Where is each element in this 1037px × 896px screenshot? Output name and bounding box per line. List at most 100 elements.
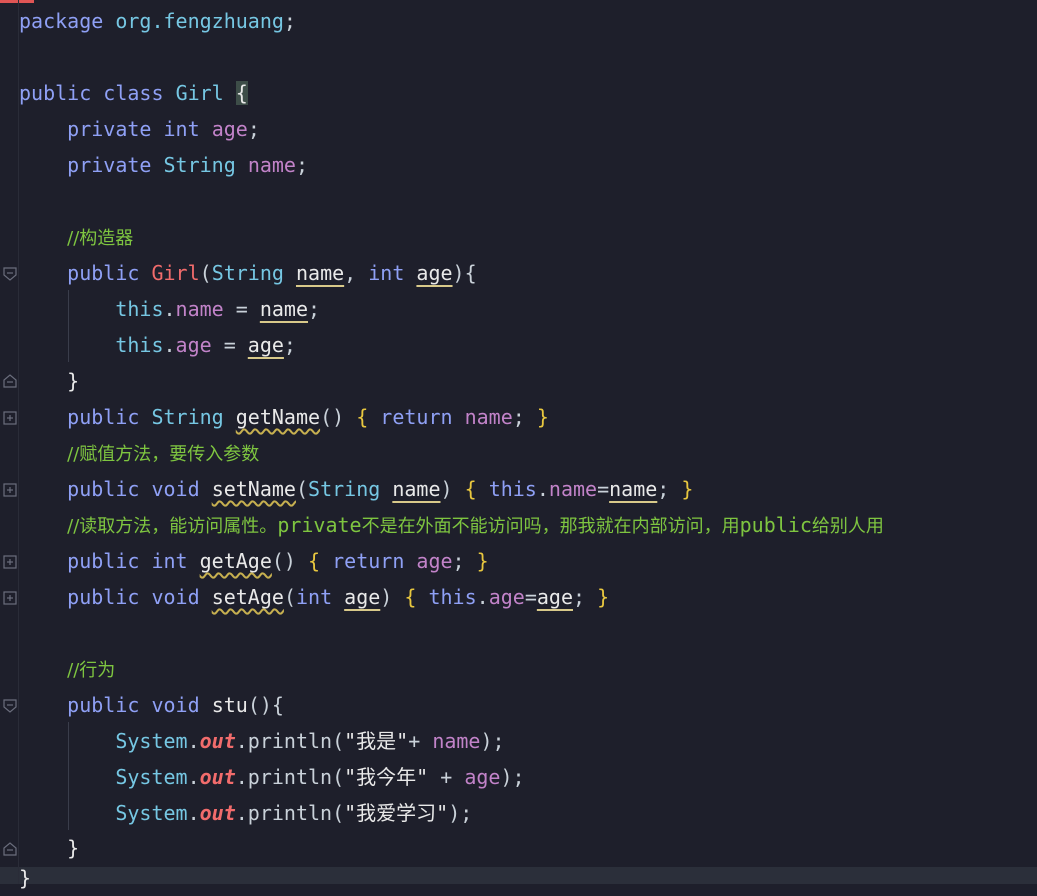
static-field: out: [199, 729, 236, 753]
fold-collapsed-icon[interactable]: [3, 555, 17, 569]
keyword: void: [151, 477, 200, 501]
code-line: private int age;: [19, 111, 260, 147]
comment: //读取方法，能访问属性。: [67, 516, 278, 537]
brace: }: [19, 866, 32, 890]
fold-open-icon[interactable]: [3, 699, 17, 713]
brace: {: [235, 81, 248, 105]
method-name: stu: [211, 693, 248, 717]
fold-open-icon[interactable]: [3, 267, 17, 281]
field-name: name: [247, 153, 296, 177]
fold-collapsed-icon[interactable]: [3, 411, 17, 425]
operator: =: [524, 585, 537, 609]
code-line: }: [19, 363, 79, 399]
paren: (: [283, 585, 296, 609]
type-name: String: [211, 261, 284, 285]
operator: =: [211, 333, 248, 357]
method-name: setName: [211, 477, 296, 501]
brace: }: [476, 549, 489, 573]
parameter: name: [609, 477, 658, 501]
semicolon: ;: [283, 333, 296, 357]
paren: (): [271, 549, 296, 573]
parameter: name: [259, 297, 309, 321]
fold-collapsed-icon[interactable]: [3, 483, 17, 497]
field-name: name: [432, 729, 481, 753]
operator: =: [223, 297, 260, 321]
dot: .: [536, 477, 549, 501]
code-line: public int getAge() { return age; }: [19, 543, 489, 579]
type-name: String: [163, 153, 236, 177]
code-editor[interactable]: package org.fengzhuang; public class Gir…: [0, 0, 1037, 890]
code-line: //行为: [19, 651, 115, 687]
code-line: }: [19, 860, 31, 896]
keyword: public: [67, 693, 140, 717]
code-line: this.name = name;: [19, 291, 320, 327]
comment: private: [277, 513, 362, 537]
brace: }: [67, 369, 80, 393]
code-line: public String getName() { return name; }: [19, 399, 549, 435]
keyword: return: [332, 549, 405, 573]
field-name: age: [416, 549, 453, 573]
keyword: int: [163, 117, 200, 141]
keyword: public: [67, 549, 140, 573]
dot: .: [163, 333, 176, 357]
brace: {: [356, 405, 369, 429]
keyword-this: this: [488, 477, 537, 501]
operator: =: [597, 477, 610, 501]
semicolon: ;: [512, 405, 525, 429]
class-name: Girl: [175, 81, 224, 105]
keyword-this: this: [115, 333, 164, 357]
comment: public: [739, 513, 812, 537]
paren-brace: (){: [247, 693, 284, 717]
operator: +: [408, 729, 433, 753]
comment: 不是在外面不能访问吗，那我就在内部访问，用: [361, 516, 740, 537]
paren: );: [500, 765, 525, 789]
dot: .: [187, 729, 200, 753]
code-line: public class Girl {: [19, 75, 248, 111]
brace: {: [308, 549, 321, 573]
code-line: System.out.println("我爱学习");: [19, 795, 472, 831]
field-name: name: [464, 405, 513, 429]
keyword: int: [368, 261, 405, 285]
constructor-name: Girl: [151, 261, 200, 285]
comment: //赋值方法，要传入参数: [67, 444, 260, 465]
method-name: getName: [235, 405, 321, 429]
field-name: name: [175, 297, 224, 321]
brace: }: [597, 585, 610, 609]
keyword: public: [67, 261, 140, 285]
type-name: String: [308, 477, 381, 501]
static-field: out: [199, 801, 236, 825]
keyword: void: [151, 585, 200, 609]
parameter: age: [416, 261, 453, 285]
semicolon: ;: [452, 549, 465, 573]
parameter: age: [344, 585, 381, 609]
fold-close-icon[interactable]: [3, 374, 17, 388]
brace: }: [536, 405, 549, 429]
package-name: org.fengzhuang: [115, 9, 284, 33]
paren: ): [440, 477, 453, 501]
brace: {: [404, 585, 417, 609]
method-name: getAge: [199, 549, 272, 573]
class-name: System: [115, 801, 188, 825]
fold-collapsed-icon[interactable]: [3, 591, 17, 605]
paren: (: [295, 477, 309, 501]
dot: .: [163, 297, 176, 321]
code-line: public Girl(String name, int age){: [19, 255, 476, 291]
current-line-highlight: [0, 867, 1037, 884]
method-call: .println(: [235, 729, 345, 753]
keyword: int: [295, 585, 333, 609]
code-line: //赋值方法，要传入参数: [19, 435, 259, 471]
fold-close-icon[interactable]: [3, 842, 17, 856]
string-literal: "我今年": [344, 765, 429, 789]
parameter: name: [295, 261, 345, 285]
dot: .: [187, 801, 200, 825]
code-line: //读取方法，能访问属性。private不是在外面不能访问吗，那我就在内部访问，…: [19, 507, 884, 543]
gutter: [0, 0, 20, 884]
class-name: System: [115, 729, 188, 753]
comment: //构造器: [67, 228, 134, 249]
paren: );: [480, 729, 505, 753]
field-name: age: [175, 333, 212, 357]
keyword: public: [67, 477, 140, 501]
method-call: .println(: [235, 801, 345, 825]
keyword: public: [67, 585, 140, 609]
keyword: int: [151, 549, 188, 573]
